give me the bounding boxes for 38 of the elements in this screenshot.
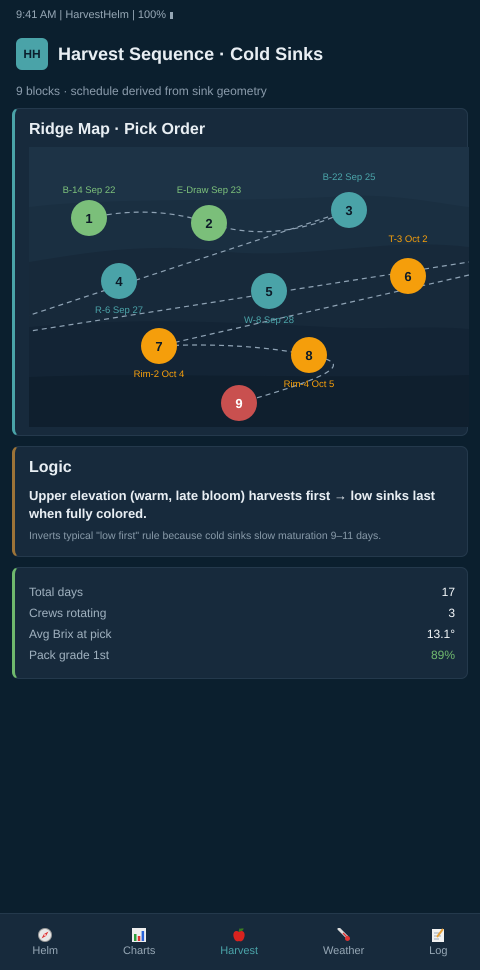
logic-statement: Upper elevation (warm, late bloom) harvests first → low sinks last when fully colored. xyxy=(29,487,436,522)
nav-tab[interactable]: Charts xyxy=(116,924,162,960)
block-marker[interactable]: 3 xyxy=(331,192,367,228)
block-marker[interactable]: 7 xyxy=(141,328,177,364)
block-marker[interactable]: 6 xyxy=(390,258,426,294)
page-subtitle: 9 blocks · schedule derived from sink geometry xyxy=(16,84,268,98)
stat-label: Total days xyxy=(29,584,84,602)
block-marker[interactable]: 8 xyxy=(291,337,327,373)
stat-value: 17 xyxy=(442,584,455,602)
block-label: B-22 Sep 25 xyxy=(322,172,376,183)
block-label: B-14 Sep 22 xyxy=(62,185,116,196)
nav-tab[interactable]: Log xyxy=(423,924,454,960)
stat-value: 3 xyxy=(448,605,455,622)
block-label: W-8 Sep 28 xyxy=(244,315,294,326)
block-label: Rim-4 Oct 5 xyxy=(284,379,334,390)
block-marker[interactable]: 4 xyxy=(101,263,137,299)
stat-label: Avg Brix at pick xyxy=(29,626,112,644)
block-marker[interactable]: 9 xyxy=(221,385,257,421)
block-marker[interactable]: 1 xyxy=(71,200,107,236)
block-label: Rim-2 Oct 4 xyxy=(134,369,184,380)
nav-tab[interactable]: Helm xyxy=(26,924,64,960)
stat-value: 89% xyxy=(430,647,455,664)
block-label: R-6 Sep 27 xyxy=(94,305,144,316)
logic-note: Inverts typical "low first" rule because cold sinks slow maturation 9–11 days. xyxy=(29,530,382,542)
nav-tab[interactable]: Weather xyxy=(316,924,370,960)
card-title: Ridge Map · Pick Order xyxy=(29,121,206,139)
block-label: T-3 Oct 2 xyxy=(388,234,428,245)
nav-tab[interactable]: Harvest xyxy=(214,924,264,960)
app-logo: HH xyxy=(16,38,48,70)
block-marker[interactable]: 5 xyxy=(251,273,287,309)
status-text: 9:41 AM | HarvestHelm | 100% xyxy=(12,0,468,21)
card-title: Logic xyxy=(29,459,73,477)
block-marker[interactable]: 2 xyxy=(191,205,227,241)
stat-value: 13.1° xyxy=(426,626,455,644)
stat-label: Crews rotating xyxy=(29,605,106,622)
block-label: E-Draw Sep 23 xyxy=(176,185,242,196)
stat-label: Pack grade 1st xyxy=(29,647,110,664)
page-title: Harvest Sequence · Cold Sinks xyxy=(58,44,324,64)
